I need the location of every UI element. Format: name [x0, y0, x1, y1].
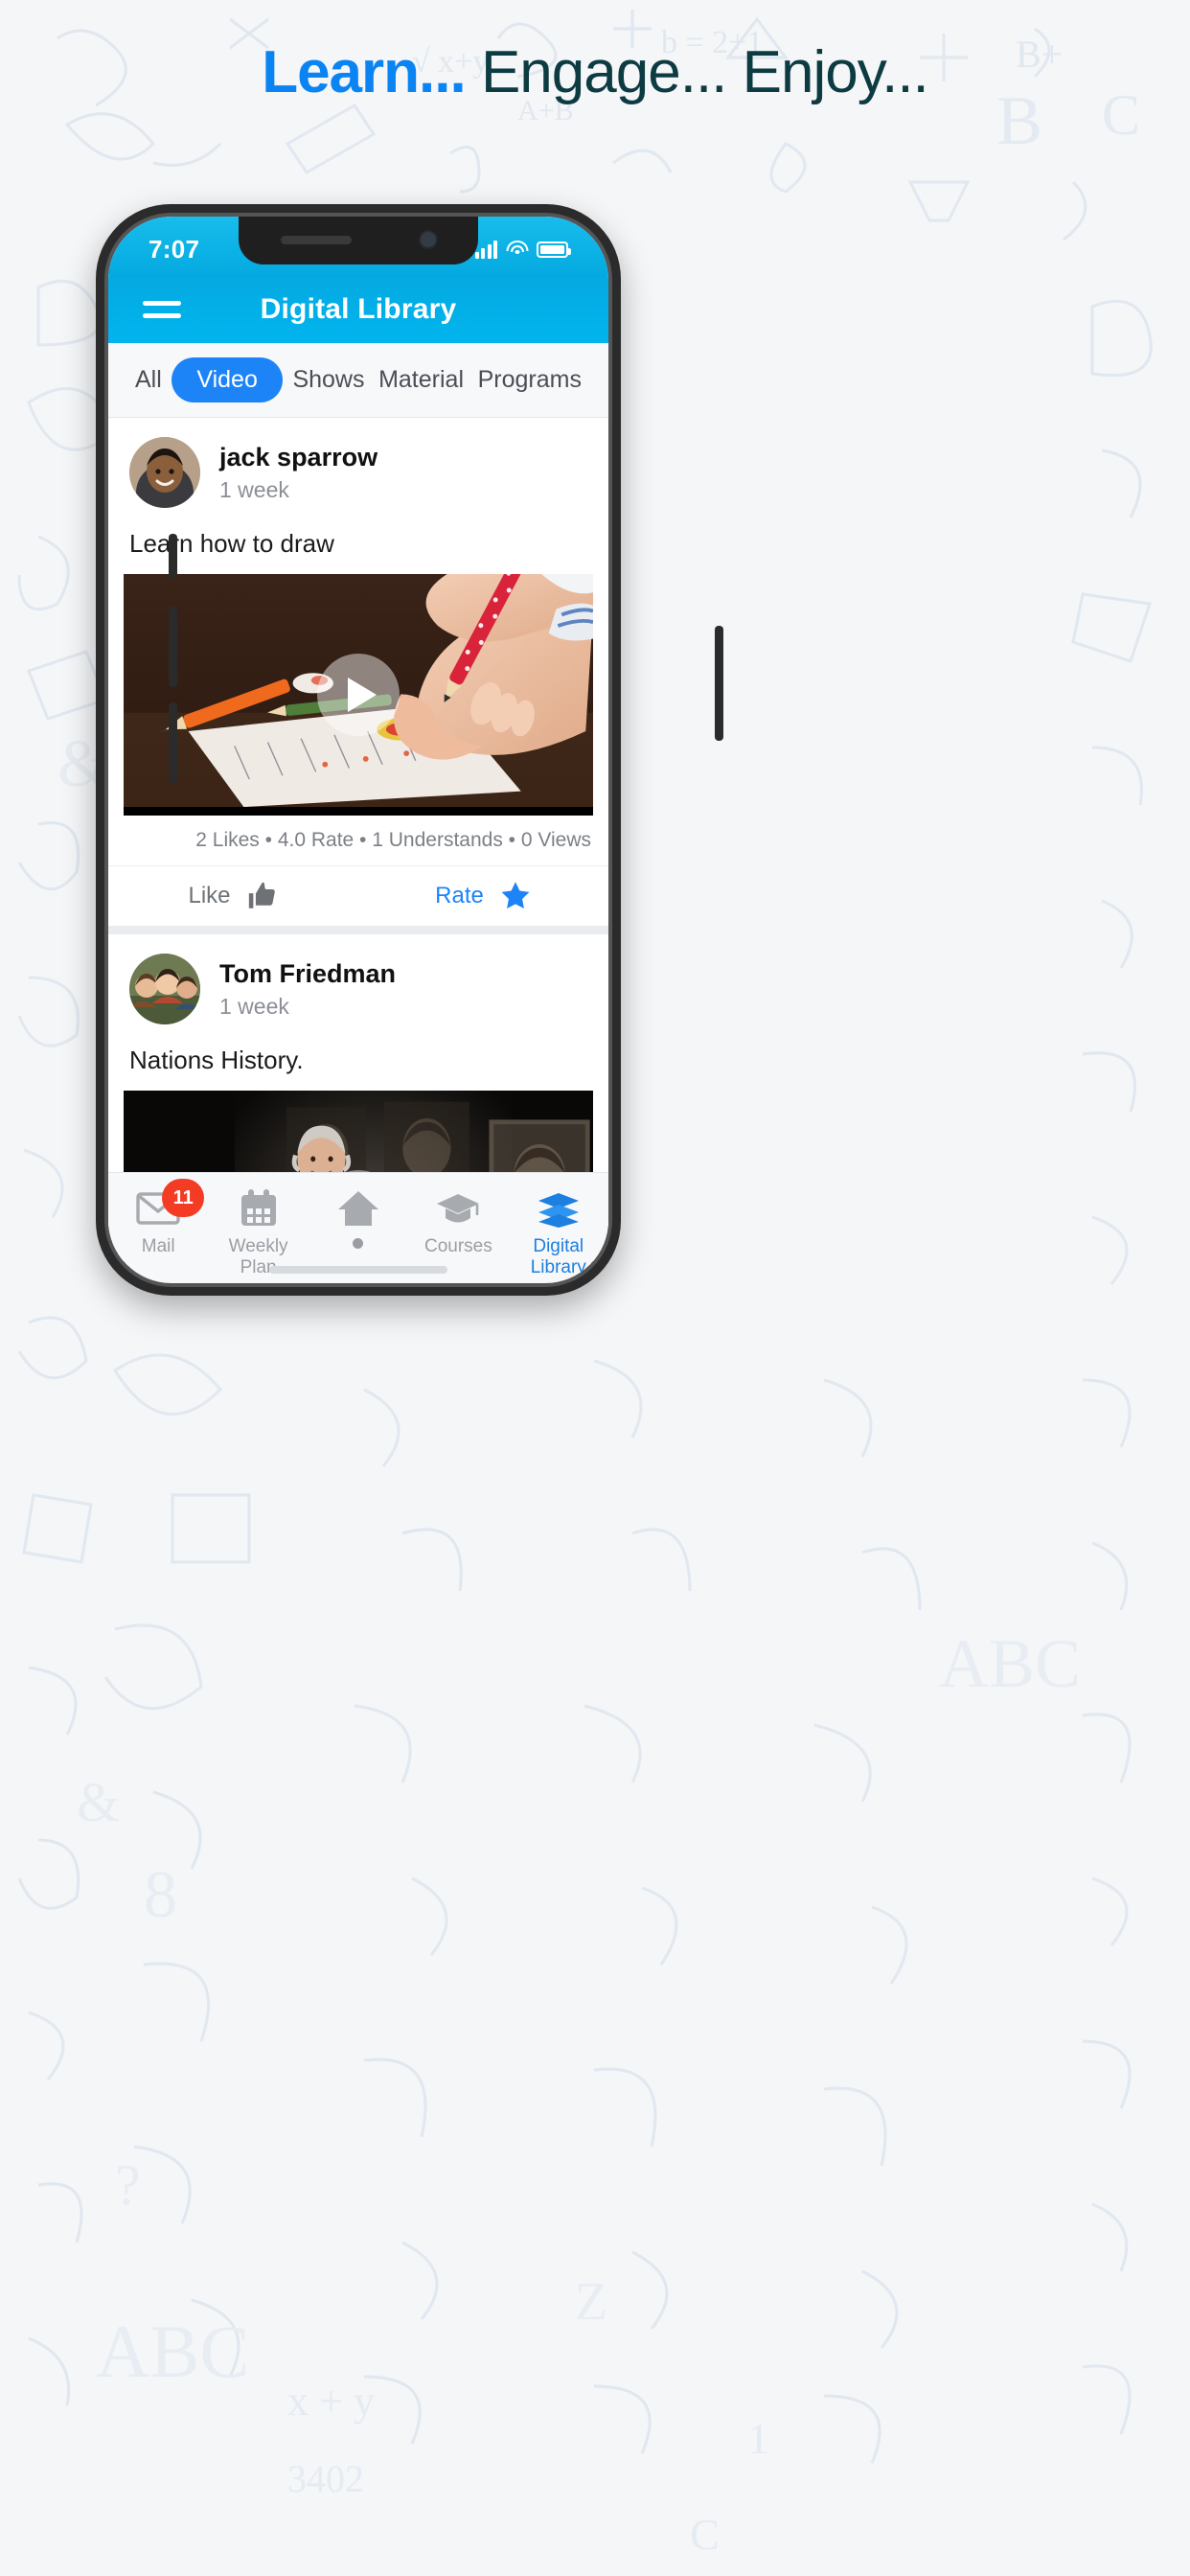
svg-text:3402: 3402 [287, 2457, 364, 2500]
tab-programs[interactable]: Programs [474, 360, 585, 400]
phone-notch [239, 217, 478, 264]
nav-item-weekly-plan[interactable]: Weekly Plan [208, 1186, 308, 1278]
post-header: jack sparrow 1 week [108, 418, 608, 516]
status-time: 7:07 [149, 234, 200, 264]
home-icon [309, 1186, 408, 1230]
feed-list[interactable]: jack sparrow 1 week Learn how to draw 2 … [108, 418, 608, 1283]
nav-item-home[interactable] [309, 1186, 408, 1254]
graduation-cap-icon [408, 1186, 508, 1230]
nav-item-courses[interactable]: Courses [408, 1186, 508, 1257]
nav-item-mail[interactable]: 11 Mail [108, 1179, 208, 1257]
thumbs-up-icon [248, 882, 275, 908]
books-icon [509, 1186, 608, 1230]
page-title: Digital Library [260, 293, 457, 325]
feed-post: jack sparrow 1 week Learn how to draw 2 … [108, 418, 608, 926]
front-camera-icon [419, 230, 438, 249]
play-icon[interactable] [317, 654, 400, 736]
phone-volume-up-button[interactable] [169, 607, 177, 687]
headline-primary: Learn... [262, 39, 467, 105]
nav-label-mail: Mail [141, 1236, 175, 1256]
bottom-navigation-bar: 11 Mail Weekly Plan Courses Digital Libr… [108, 1172, 608, 1283]
svg-text:1: 1 [747, 2414, 769, 2463]
signal-icon [474, 240, 497, 259]
rate-label: Rate [435, 883, 484, 908]
phone-mockup: 7:07 Digital Library All Video Shows Mat… [96, 204, 723, 1296]
nav-label-courses: Courses [423, 1236, 492, 1256]
tab-all[interactable]: All [131, 360, 166, 400]
nav-item-digital-library[interactable]: Digital Library [509, 1186, 608, 1278]
tab-material[interactable]: Material [375, 360, 468, 400]
svg-text:ABC: ABC [96, 2310, 249, 2393]
rate-button[interactable]: Rate [358, 880, 608, 912]
mail-badge: 11 [162, 1179, 205, 1217]
calendar-icon [208, 1186, 308, 1230]
avatar[interactable] [129, 437, 200, 508]
battery-icon [537, 241, 571, 258]
svg-text:?: ? [115, 2153, 141, 2217]
post-text: Nations History. [129, 1046, 304, 1074]
svg-text:x + y: x + y [287, 2378, 375, 2425]
post-author: Tom Friedman [219, 959, 397, 989]
svg-text:&: & [77, 1771, 120, 1833]
mail-icon: 11 [108, 1179, 208, 1230]
post-media[interactable] [124, 574, 593, 816]
like-button[interactable]: Like [108, 880, 358, 912]
svg-text:C: C [690, 2510, 720, 2559]
post-header: Tom Friedman 1 week [108, 934, 608, 1032]
phone-bezel: 7:07 Digital Library All Video Shows Mat… [104, 213, 612, 1287]
svg-text:ABC: ABC [939, 1625, 1081, 1702]
phone-volume-down-button[interactable] [169, 702, 177, 783]
star-icon [501, 882, 530, 909]
home-active-dot [353, 1238, 364, 1249]
svg-text:8: 8 [144, 1858, 177, 1932]
status-bar: 7:07 [108, 217, 608, 276]
headline-secondary: Engage... Enjoy... [480, 39, 929, 105]
post-author-block: jack sparrow 1 week [219, 442, 378, 502]
post-text: Learn how to draw [129, 529, 334, 558]
wifi-icon [506, 241, 528, 258]
filter-tab-bar: All Video Shows Material Programs [108, 343, 608, 418]
phone-mute-switch[interactable] [169, 534, 177, 578]
like-label: Like [188, 883, 231, 908]
page-headline: Learn... Engage... Enjoy... [0, 38, 1190, 106]
nav-label-digital-library: Digital Library [530, 1236, 586, 1277]
earpiece-speaker [281, 236, 352, 244]
home-indicator[interactable] [269, 1266, 447, 1274]
avatar[interactable] [129, 954, 200, 1024]
app-bar: Digital Library [108, 276, 608, 343]
post-stats: 2 Likes • 4.0 Rate • 1 Understands • 0 V… [195, 829, 591, 851]
post-author-block: Tom Friedman 1 week [219, 958, 396, 1019]
post-actions: Like Rate [108, 865, 608, 926]
phone-screen: 7:07 Digital Library All Video Shows Mat… [108, 217, 608, 1283]
post-timestamp: 1 week [219, 993, 289, 1019]
phone-power-button[interactable] [715, 626, 723, 741]
post-author: jack sparrow [219, 443, 378, 472]
hamburger-menu-icon[interactable] [143, 293, 181, 326]
tab-shows[interactable]: Shows [288, 360, 368, 400]
tab-video[interactable]: Video [172, 357, 283, 402]
status-icons [474, 240, 571, 259]
svg-text:Z: Z [575, 2272, 607, 2332]
post-timestamp: 1 week [219, 476, 289, 502]
